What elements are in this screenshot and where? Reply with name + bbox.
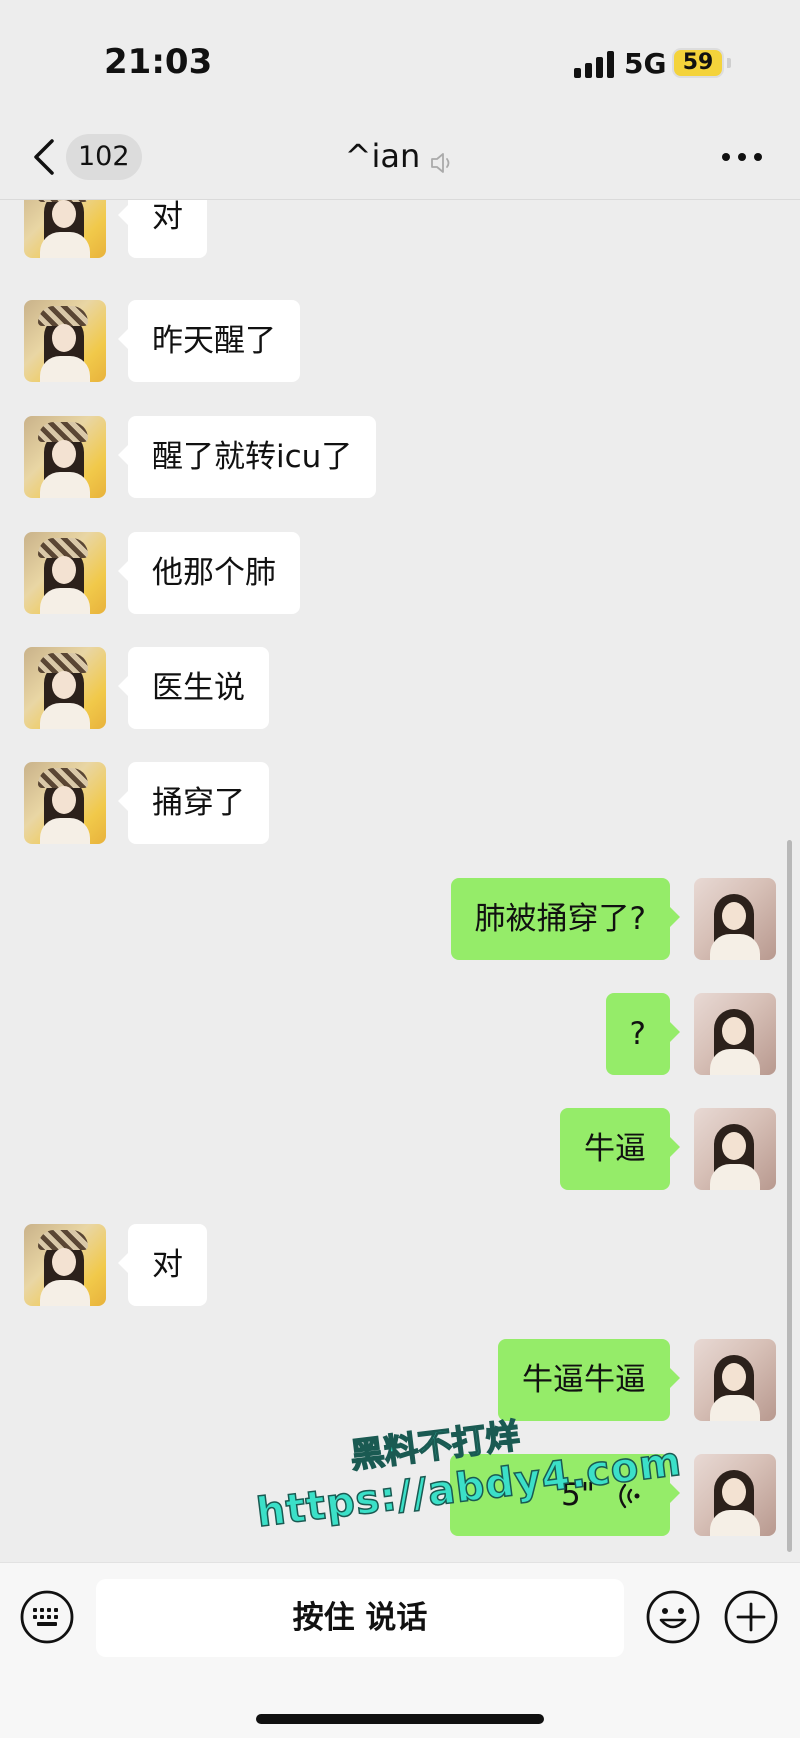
my-avatar[interactable] (694, 993, 776, 1075)
scrollbar[interactable] (787, 840, 792, 1552)
contact-avatar[interactable] (24, 1224, 106, 1306)
message-bubble[interactable]: 牛逼 (560, 1108, 680, 1190)
home-indicator[interactable] (256, 1714, 544, 1724)
contact-avatar[interactable] (24, 647, 106, 729)
message-bubble[interactable]: 医生说 (118, 647, 269, 729)
message-list[interactable]: 对 昨天醒了 醒了就转icu了 他那个肺 医生说 捅穿了 肺被捅穿了? ? 牛逼… (0, 200, 800, 1562)
hold-to-talk-button[interactable]: 按住 说话 (96, 1579, 624, 1657)
contact-avatar[interactable] (24, 416, 106, 498)
message-row: 肺被捅穿了? (0, 878, 800, 960)
message-bubble[interactable]: 肺被捅穿了? (450, 878, 681, 960)
message-row: 醒了就转icu了 (0, 416, 800, 498)
message-bubble[interactable]: 捅穿了 (118, 762, 269, 844)
plus-icon[interactable] (723, 1589, 779, 1645)
contact-avatar[interactable] (24, 762, 106, 844)
keyboard-icon[interactable] (19, 1589, 75, 1645)
status-time: 21:03 (104, 42, 213, 82)
message-row: ? (0, 993, 800, 1075)
message-row: 牛逼 (0, 1108, 800, 1190)
my-avatar[interactable] (694, 1108, 776, 1190)
message-bubble[interactable]: ? (605, 993, 681, 1075)
message-bubble[interactable]: 他那个肺 (118, 532, 300, 614)
contact-avatar[interactable] (24, 300, 106, 382)
voice-message-bubble[interactable]: 5" (450, 1454, 680, 1536)
emoji-icon[interactable] (645, 1589, 701, 1645)
my-avatar[interactable] (694, 878, 776, 960)
battery-icon: 59 (672, 48, 724, 78)
more-icon[interactable] (722, 145, 766, 169)
message-row: 对 (0, 200, 800, 258)
chat-title-wrap: ^ian (0, 137, 800, 175)
message-row: 5" (0, 1454, 800, 1536)
message-row: 昨天醒了 (0, 300, 800, 382)
input-bar: 按住 说话 (0, 1562, 800, 1738)
my-avatar[interactable] (694, 1454, 776, 1536)
signal-icon (574, 50, 614, 78)
message-row: 医生说 (0, 647, 800, 729)
message-bubble[interactable]: 牛逼牛逼 (498, 1339, 680, 1421)
mute-icon (431, 152, 450, 173)
message-row: 牛逼牛逼 (0, 1339, 800, 1421)
message-bubble[interactable]: 对 (118, 200, 207, 258)
my-avatar[interactable] (694, 1339, 776, 1421)
message-row: 对 (0, 1224, 800, 1306)
status-bar: 21:03 5G 59 (0, 0, 800, 125)
message-bubble[interactable]: 醒了就转icu了 (117, 416, 377, 498)
chat-header: 102 ^ian (0, 125, 800, 200)
message-row: 捅穿了 (0, 762, 800, 844)
voice-duration: 5" (561, 1477, 595, 1513)
contact-avatar[interactable] (24, 532, 106, 614)
voice-wave-icon (619, 1483, 640, 1509)
battery-tip (727, 58, 731, 68)
chat-title[interactable]: ^ian (345, 137, 421, 175)
network-type: 5G (624, 47, 667, 80)
contact-avatar[interactable] (24, 200, 106, 258)
message-bubble[interactable]: 昨天醒了 (118, 300, 300, 382)
message-bubble[interactable]: 对 (118, 1224, 207, 1306)
message-row: 他那个肺 (0, 532, 800, 614)
